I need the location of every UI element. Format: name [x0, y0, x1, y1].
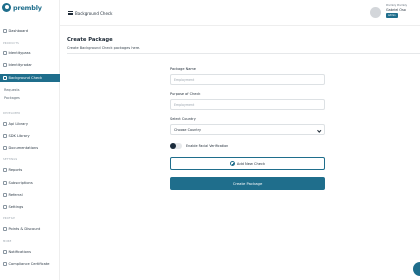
- sidebar-section-profile: PROFILE: [3, 217, 16, 220]
- dashboard-icon: [3, 29, 7, 33]
- country-select[interactable]: Choose Country: [170, 124, 325, 135]
- sidebar-item-dashboard[interactable]: Dashboard: [0, 27, 60, 35]
- country-label: Select Country: [170, 117, 196, 121]
- certificate-icon: [3, 262, 7, 266]
- brand-logo[interactable]: prembly: [2, 3, 42, 12]
- plus-circle-icon: [229, 161, 235, 166]
- facial-verification-toggle[interactable]: [170, 143, 182, 149]
- sidebar-item-points-discount[interactable]: Points & Discount: [0, 225, 60, 233]
- sidebar-item-documentations[interactable]: Documentations: [0, 144, 60, 152]
- sidebar-subitem-requests[interactable]: Requests: [4, 88, 20, 92]
- radar-icon: [3, 63, 7, 67]
- gear-icon: [3, 205, 7, 209]
- chat-support-icon[interactable]: [413, 262, 420, 276]
- package-name-label: Package Name: [170, 67, 196, 71]
- sidebar-item-identitypass[interactable]: Identitypass: [0, 49, 60, 57]
- package-name-input[interactable]: [170, 74, 325, 85]
- sidebar-section-settings: SETTINGS: [3, 158, 18, 161]
- purpose-label: Purpose of Check: [170, 92, 201, 96]
- toggle-knob: [170, 143, 176, 149]
- user-company: Prembly Prembly: [386, 4, 408, 7]
- sidebar-subitem-packages[interactable]: Packages: [4, 96, 20, 100]
- sidebar-item-notifications[interactable]: Notifications: [0, 248, 60, 256]
- topbar: Background Check Prembly Prembly Gabriel…: [60, 0, 420, 26]
- package-icon: [3, 134, 7, 138]
- user-role-badge: Admin: [386, 13, 398, 18]
- purpose-input[interactable]: [170, 99, 325, 110]
- prembly-logo-icon: [2, 3, 11, 12]
- sidebar: prembly Dashboard PRODUCTS Identitypass …: [0, 0, 60, 280]
- sidebar-item-referral[interactable]: Referral: [0, 191, 60, 199]
- sidebar-section-more: MORE: [3, 240, 12, 243]
- sidebar-item-settings[interactable]: Settings: [0, 203, 60, 211]
- chevron-down-icon: [316, 127, 321, 132]
- user-name: Gabriel Oso: [386, 8, 406, 12]
- country-select-value: Choose Country: [174, 127, 202, 132]
- card-icon: [3, 181, 7, 185]
- sidebar-item-api-library[interactable]: Api Library: [0, 120, 60, 128]
- sidebar-item-compliance-certificate[interactable]: Compliance Certificate: [0, 260, 60, 268]
- page-subtitle: Create Background Check packages here.: [67, 46, 141, 50]
- document-icon: [3, 146, 7, 150]
- topbar-title: Background Check: [75, 10, 113, 16]
- bell-icon: [3, 250, 7, 254]
- check-icon: [3, 76, 7, 80]
- brand-name: prembly: [13, 3, 42, 12]
- add-new-check-button[interactable]: Add New Check: [170, 157, 325, 170]
- sidebar-item-identityradar[interactable]: Identityradar: [0, 61, 60, 69]
- chart-icon: [3, 168, 7, 172]
- sidebar-item-sdk-library[interactable]: SDK Library: [0, 132, 60, 140]
- tag-icon: [3, 227, 7, 231]
- create-package-button[interactable]: Create Package: [170, 177, 325, 190]
- code-icon: [3, 122, 7, 126]
- sidebar-item-background-check[interactable]: Background Check: [0, 74, 60, 82]
- avatar[interactable]: [370, 7, 381, 18]
- sidebar-item-subscriptions[interactable]: Subscriptions: [0, 179, 60, 187]
- divider: [67, 53, 420, 54]
- sidebar-item-reports[interactable]: Reports: [0, 166, 60, 174]
- menu-icon[interactable]: [68, 11, 73, 15]
- facial-verification-label: Enable Facial Verification: [186, 144, 229, 148]
- shield-icon: [3, 51, 7, 55]
- users-icon: [3, 193, 7, 197]
- page-title: Create Package: [67, 37, 113, 43]
- sidebar-section-developer: DEVELOPER: [3, 112, 21, 115]
- sidebar-section-products: PRODUCTS: [3, 42, 19, 45]
- main-content: Create Package Create Background Check p…: [60, 26, 420, 280]
